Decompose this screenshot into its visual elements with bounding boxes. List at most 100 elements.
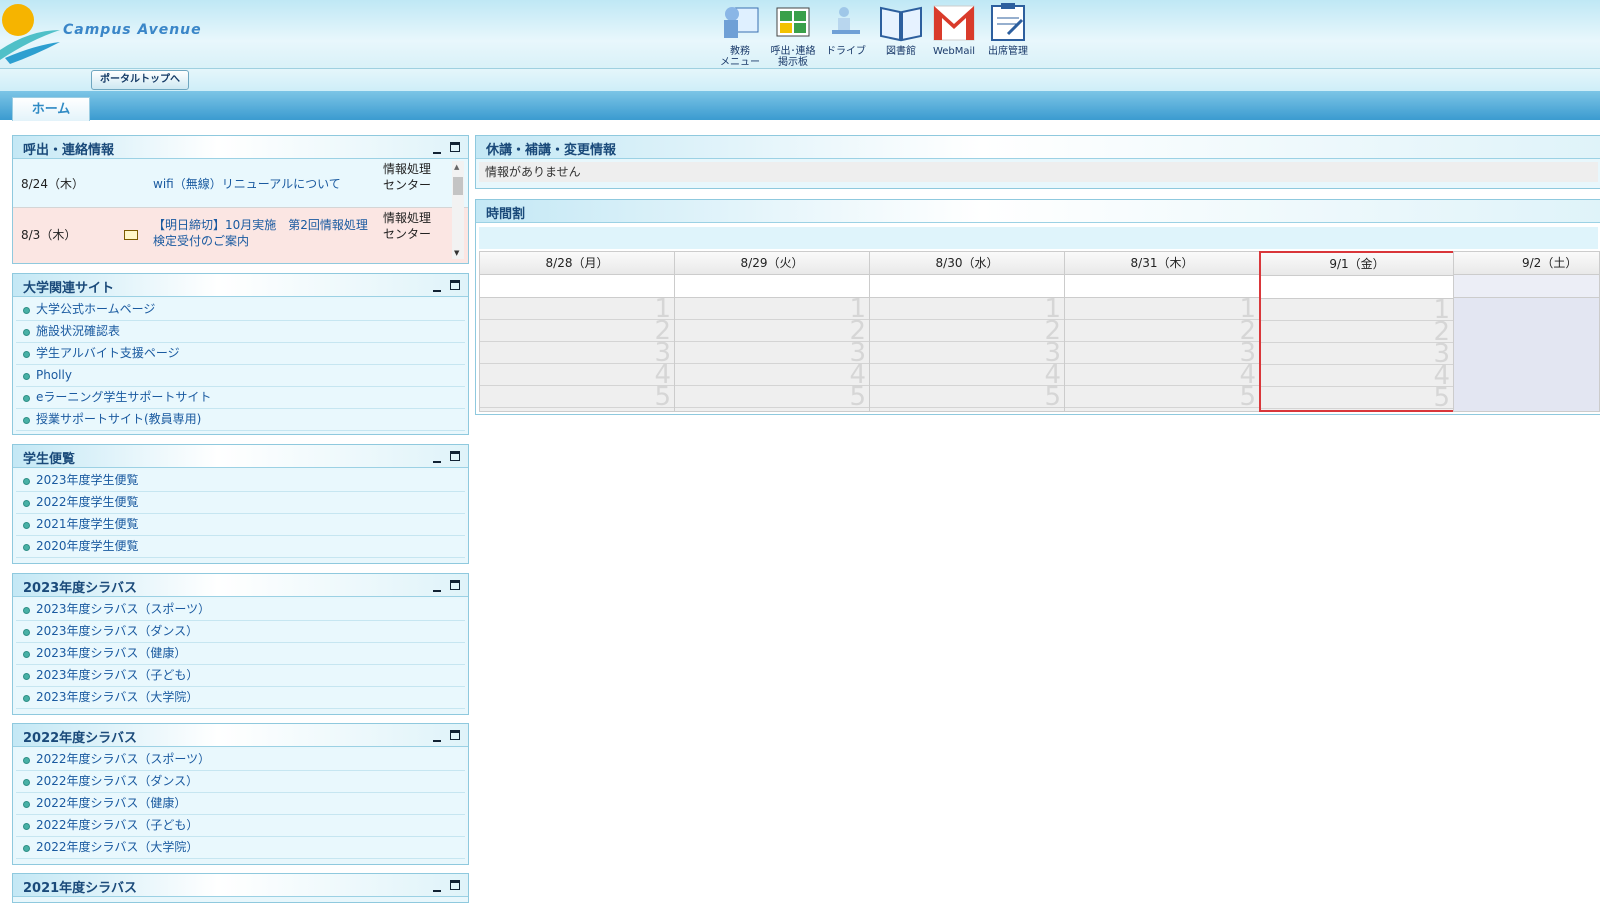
list-item[interactable]: 2020年度学生便覧 bbox=[16, 536, 465, 558]
panel-title: 時間割 bbox=[486, 207, 526, 222]
minimize-icon[interactable] bbox=[433, 884, 441, 892]
list-item[interactable]: 2022年度シラバス（スポーツ） bbox=[16, 749, 465, 771]
scroll-down-icon[interactable]: ▼ bbox=[454, 249, 459, 257]
period-number: 5 bbox=[654, 382, 671, 412]
period-cell[interactable]: 3 bbox=[480, 338, 674, 368]
list-item[interactable]: 2023年度シラバス（健康） bbox=[16, 643, 465, 665]
nav-bulletin-board[interactable]: 呼出･連絡 掲示板 bbox=[767, 2, 819, 68]
day-header: 8/28（月） bbox=[480, 252, 674, 275]
minimize-icon[interactable] bbox=[433, 455, 441, 463]
period-cell[interactable]: 5 bbox=[480, 382, 674, 412]
list-item[interactable]: 2023年度シラバス（スポーツ） bbox=[16, 599, 465, 621]
period-cell[interactable]: 3 bbox=[675, 338, 869, 368]
tab-home[interactable]: ホーム bbox=[12, 97, 90, 121]
maximize-icon[interactable] bbox=[450, 451, 460, 461]
link-list: 大学公式ホームページ 施設状況確認表 学生アルバイト支援ページ Pholly e… bbox=[13, 297, 468, 433]
period-number: 5 bbox=[1239, 382, 1256, 412]
timetable-day-column: 8/30（水） 1 2 3 4 5 bbox=[869, 251, 1065, 412]
period-cell[interactable]: 2 bbox=[870, 316, 1064, 346]
nav-library[interactable]: 図書館 bbox=[875, 2, 927, 64]
campus-avenue-logo[interactable]: Campus Avenue bbox=[0, 0, 220, 68]
panel-header: 大学関連サイト bbox=[13, 274, 468, 297]
syllabus-2021-panel: 2021年度シラバス bbox=[12, 873, 469, 903]
period-cell[interactable]: 2 bbox=[1065, 316, 1259, 346]
webmail-icon bbox=[933, 5, 975, 41]
maximize-icon[interactable] bbox=[450, 142, 460, 152]
notice-sender: 情報処理センター bbox=[383, 211, 432, 241]
attendance-icon bbox=[991, 3, 1025, 41]
period-cell[interactable]: 2 bbox=[675, 316, 869, 346]
period-cell[interactable]: 2 bbox=[1261, 317, 1453, 347]
panel-header: 学生便覧 bbox=[13, 445, 468, 468]
panel-header: 休講・補講・変更情報 bbox=[476, 136, 1600, 159]
period-cell[interactable]: 1 bbox=[870, 294, 1064, 324]
day-note-cell bbox=[1261, 276, 1453, 299]
nav-drive[interactable]: ドライブ bbox=[820, 2, 872, 64]
period-cell[interactable]: 4 bbox=[1261, 361, 1453, 391]
list-item[interactable]: 2023年度シラバス（子ども） bbox=[16, 665, 465, 687]
syllabus-2023-panel: 2023年度シラバス 2023年度シラバス（スポーツ） 2023年度シラバス（ダ… bbox=[12, 573, 469, 715]
list-item[interactable]: 2023年度シラバス（大学院） bbox=[16, 687, 465, 709]
notice-title-link[interactable]: wifi（無線）リニューアルについて bbox=[153, 175, 375, 192]
syllabus-2022-panel: 2022年度シラバス 2022年度シラバス（スポーツ） 2022年度シラバス（ダ… bbox=[12, 723, 469, 865]
list-item[interactable]: 施設状況確認表 bbox=[16, 321, 465, 343]
timetable-day-column: 8/29（火） 1 2 3 4 5 bbox=[674, 251, 870, 412]
nav-academic-menu[interactable]: 教務 メニュー bbox=[714, 2, 766, 68]
period-number: 5 bbox=[849, 382, 866, 412]
list-item[interactable]: 大学公式ホームページ bbox=[16, 299, 465, 321]
list-item[interactable]: eラーニング学生サポートサイト bbox=[16, 387, 465, 409]
period-cell[interactable]: 4 bbox=[675, 360, 869, 390]
period-cell[interactable]: 5 bbox=[1065, 382, 1259, 412]
period-cell[interactable]: 4 bbox=[870, 360, 1064, 390]
maximize-icon[interactable] bbox=[450, 580, 460, 590]
period-cell[interactable]: 5 bbox=[1261, 383, 1453, 413]
scroll-up-icon[interactable]: ▲ bbox=[454, 163, 459, 171]
list-item[interactable]: 2021年度学生便覧 bbox=[16, 514, 465, 536]
period-cell[interactable]: 2 bbox=[480, 316, 674, 346]
maximize-icon[interactable] bbox=[450, 280, 460, 290]
notice-row[interactable]: 8/24（木） wifi（無線）リニューアルについて 情報処理センター bbox=[13, 159, 468, 208]
list-item[interactable]: 2022年度シラバス（子ども） bbox=[16, 815, 465, 837]
notice-row[interactable]: 8/3（木） 【明日締切】10月実施 第2回情報処理検定受付のご案内 情報処理セ… bbox=[13, 208, 468, 263]
notices-list: 8/24（木） wifi（無線）リニューアルについて 情報処理センター 8/3（… bbox=[13, 159, 468, 263]
scrollbar[interactable]: ▲ ▼ bbox=[452, 161, 464, 259]
list-item[interactable]: 2022年度学生便覧 bbox=[16, 492, 465, 514]
list-item[interactable]: 2022年度シラバス（大学院） bbox=[16, 837, 465, 859]
notice-date: 8/24（木） bbox=[21, 177, 84, 191]
list-item[interactable]: 授業サポートサイト(教員専用) bbox=[16, 409, 465, 431]
period-cell[interactable]: 5 bbox=[870, 382, 1064, 412]
minimize-icon[interactable] bbox=[433, 284, 441, 292]
period-cell[interactable]: 1 bbox=[1065, 294, 1259, 324]
panel-header: 2021年度シラバス bbox=[13, 874, 468, 897]
panel-title: 2022年度シラバス bbox=[23, 731, 138, 746]
list-item[interactable]: 学生アルバイト支援ページ bbox=[16, 343, 465, 365]
period-cell[interactable]: 3 bbox=[1065, 338, 1259, 368]
period-cell[interactable]: 5 bbox=[675, 382, 869, 412]
header: Campus Avenue 教務 メニュー 呼出･連絡 掲示板 ドライブ 図書館 bbox=[0, 0, 1600, 69]
logo-text: Campus Avenue bbox=[63, 22, 202, 38]
list-item[interactable]: 2022年度シラバス（健康） bbox=[16, 793, 465, 815]
list-item[interactable]: 2022年度シラバス（ダンス） bbox=[16, 771, 465, 793]
period-cell[interactable]: 3 bbox=[1261, 339, 1453, 369]
period-cell[interactable]: 4 bbox=[480, 360, 674, 390]
nav-attendance[interactable]: 出席管理 bbox=[982, 2, 1034, 64]
notice-title-link[interactable]: 【明日締切】10月実施 第2回情報処理検定受付のご案内 bbox=[153, 217, 375, 249]
minimize-icon[interactable] bbox=[433, 734, 441, 742]
list-item[interactable]: 2023年度シラバス（ダンス） bbox=[16, 621, 465, 643]
minimize-icon[interactable] bbox=[433, 584, 441, 592]
period-cell[interactable]: 1 bbox=[480, 294, 674, 324]
list-item[interactable]: 2023年度学生便覧 bbox=[16, 470, 465, 492]
minimize-icon[interactable] bbox=[433, 146, 441, 154]
day-note-cell bbox=[1454, 275, 1599, 298]
scrollbar-thumb[interactable] bbox=[453, 177, 463, 195]
period-cell[interactable]: 1 bbox=[1261, 295, 1453, 325]
period-cell[interactable]: 4 bbox=[1065, 360, 1259, 390]
nav-webmail[interactable]: WebMail bbox=[928, 2, 980, 64]
period-cell[interactable]: 3 bbox=[870, 338, 1064, 368]
maximize-icon[interactable] bbox=[450, 730, 460, 740]
panel-header: 呼出・連絡情報 bbox=[13, 136, 468, 159]
portal-top-button[interactable]: ポータルトップへ bbox=[91, 70, 189, 90]
period-cell[interactable]: 1 bbox=[675, 294, 869, 324]
maximize-icon[interactable] bbox=[450, 880, 460, 890]
list-item[interactable]: Pholly bbox=[16, 365, 465, 387]
